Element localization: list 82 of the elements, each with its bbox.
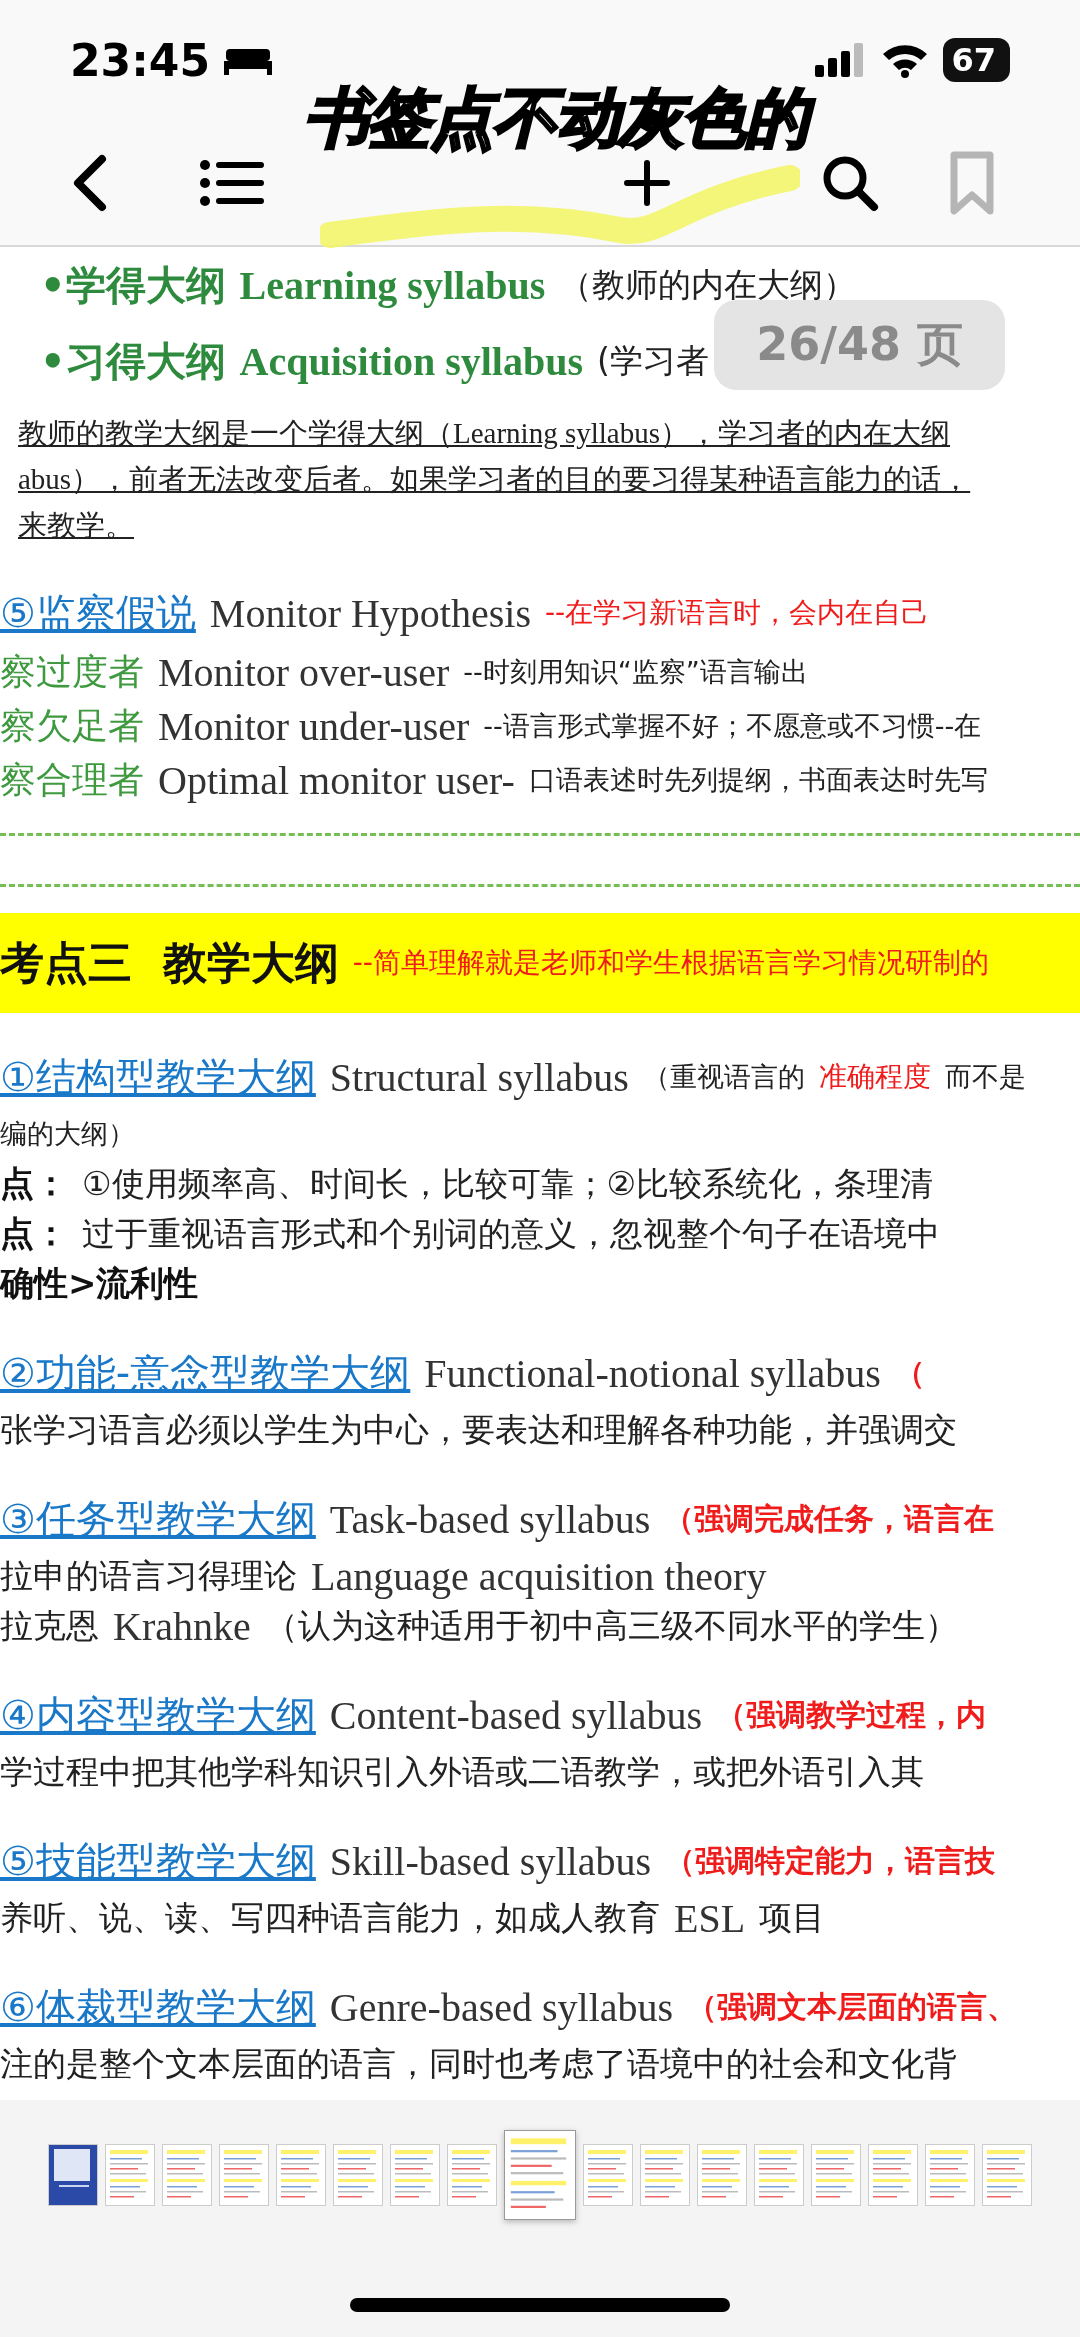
heading-link[interactable]: ④内容型教学大纲 xyxy=(0,1687,316,1743)
body-text: 张学习语言必须以学生为中心，要表达和理解各种功能，并强调交 xyxy=(0,1408,957,1451)
english-term: Monitor Hypothesis xyxy=(209,589,531,637)
battery-level: 67 xyxy=(943,38,1010,82)
term-label: 察欠足者 xyxy=(0,703,144,748)
section-title: 考点三 教学大纲 xyxy=(0,935,339,990)
english-term: Monitor under-user xyxy=(158,702,470,750)
wifi-icon xyxy=(881,42,930,78)
body-text: 而不是 xyxy=(944,1060,1026,1094)
body-text: 拉克恩 xyxy=(0,1604,99,1647)
page-thumbnail[interactable] xyxy=(811,2144,861,2206)
note-text: （ xyxy=(894,1353,925,1392)
page-thumbnail[interactable] xyxy=(333,2144,383,2206)
plus-button[interactable] xyxy=(624,159,670,206)
heading-link[interactable]: ⑤监察假说 xyxy=(0,585,196,641)
page-thumbnail[interactable] xyxy=(640,2144,690,2206)
page-thumbnail[interactable] xyxy=(447,2144,497,2206)
page-thumbnail[interactable] xyxy=(504,2130,576,2220)
english-term: Language acquisition theory xyxy=(311,1552,767,1600)
note-text: （强调教学过程，内 xyxy=(716,1695,987,1734)
body-text: 学过程中把其他学科知识引入外语或二语教学，或把外语引入其 xyxy=(0,1750,924,1793)
term-label: Learning syllabus xyxy=(239,261,546,309)
english-term: Structural syllabus xyxy=(329,1053,629,1101)
heading-link[interactable]: ①结构型教学大纲 xyxy=(0,1049,316,1105)
body-text: 拉申的语言习得理论 xyxy=(0,1554,297,1597)
body-text: (学习者 xyxy=(597,339,709,382)
page-thumbnail[interactable] xyxy=(48,2144,98,2206)
heading-link[interactable]: ③任务型教学大纲 xyxy=(0,1491,316,1547)
heading-link[interactable]: ⑤技能型教学大纲 xyxy=(0,1833,316,1889)
note-text: （强调特定能力，语言技 xyxy=(664,1841,995,1880)
caption-text: 书签点不动灰色的 xyxy=(290,80,822,156)
body-text: （认为这种适用于初中高三级不同水平的学生） xyxy=(264,1604,958,1647)
english-term: ESL xyxy=(674,1894,746,1942)
note-text: --在学习新语言时，会内在自己 xyxy=(545,595,930,631)
bold-label: 点： xyxy=(0,1162,68,1205)
body-text: --时刻用知识“监察”语言输出 xyxy=(463,655,808,689)
page-thumbnail[interactable] xyxy=(868,2144,918,2206)
status-time: 23:45 xyxy=(70,34,211,86)
body-text: 编的大纲） xyxy=(0,1117,135,1151)
note-text: （强调完成任务，语言在 xyxy=(664,1499,995,1538)
page-thumbnail[interactable] xyxy=(925,2144,975,2206)
page-thumbnail[interactable] xyxy=(276,2144,326,2206)
english-term: Task-based syllabus xyxy=(329,1495,651,1543)
bold-label: 点： xyxy=(0,1212,68,1255)
page-thumbnail[interactable] xyxy=(583,2144,633,2206)
paragraph-text: 来教学。 xyxy=(18,508,134,543)
term-label: •习得大纲 xyxy=(40,336,226,386)
english-term: Genre-based syllabus xyxy=(329,1983,674,2031)
body-text: 口语表述时先列提纲，书面表达时先写 xyxy=(528,763,988,797)
list-button[interactable] xyxy=(200,158,264,207)
english-term: Krahnke xyxy=(113,1602,251,1650)
page-thumbnail[interactable] xyxy=(162,2144,212,2206)
page-thumbnail[interactable] xyxy=(390,2144,440,2206)
english-term: Optimal monitor user- xyxy=(158,756,515,804)
paragraph-text: abus），前者无法改变后者。如果学习者的目的要习得某种语言能力的话， xyxy=(18,462,971,497)
note-text: （强调文本层面的语言、 xyxy=(687,1987,1018,2026)
heading-link[interactable]: ②功能-意念型教学大纲 xyxy=(0,1345,411,1401)
heading-link[interactable]: ⑥体裁型教学大纲 xyxy=(0,1979,316,2035)
english-term: Skill-based syllabus xyxy=(329,1837,651,1885)
paragraph-text: 教师的教学大纲是一个学得大纲（Learning syllabus），学习者的内在大纲 xyxy=(18,416,950,451)
note-text: --简单理解就是老师和学生根据语言学习情况研制的 xyxy=(352,945,989,981)
body-text: 项目 xyxy=(759,1896,826,1939)
note-text: 准确程度 xyxy=(818,1059,931,1095)
body-text: --语言形式掌握不好；不愿意或不习惯--在 xyxy=(483,709,982,743)
term-label: •学得大纲 xyxy=(40,260,226,310)
page-thumbnail[interactable] xyxy=(982,2144,1032,2206)
body-text: ①使用频率高、时间长，比较可靠；②比较系统化，条理清 xyxy=(82,1162,934,1205)
body-text: 养听、说、读、写四种语言能力，如成人教育 xyxy=(0,1896,660,1939)
term-label: Acquisition syllabus xyxy=(239,337,584,385)
page-thumbnail[interactable] xyxy=(754,2144,804,2206)
page-thumbnail[interactable] xyxy=(219,2144,269,2206)
page-thumbnail[interactable] xyxy=(105,2144,155,2206)
english-term: Functional-notional syllabus xyxy=(424,1349,881,1397)
body-text: （重视语言的 xyxy=(642,1060,805,1094)
english-term: Content-based syllabus xyxy=(329,1691,703,1739)
body-text: 过于重视语言形式和个别词的意义，忽视整个句子在语境中 xyxy=(82,1212,940,1255)
term-label: 察过度者 xyxy=(0,649,144,694)
english-term: Monitor over-user xyxy=(158,648,450,696)
page-indicator: 26/48 页 xyxy=(714,300,1005,390)
page-thumbnail[interactable] xyxy=(697,2144,747,2206)
body-text: 注的是整个文本层面的语言，同时也考虑了语境中的社会和文化背 xyxy=(0,2042,957,2085)
term-label: 察合理者 xyxy=(0,757,144,802)
